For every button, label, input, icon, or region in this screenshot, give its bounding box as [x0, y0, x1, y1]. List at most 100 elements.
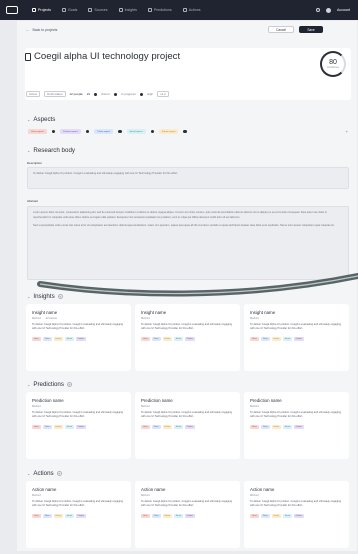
prediction-method: Method — [32, 405, 41, 408]
nav-item-insights[interactable]: Insights — [118, 8, 137, 12]
tag-chip[interactable]: Tribes — [260, 336, 270, 341]
aspect-chip-social[interactable]: Social aspect — [126, 129, 146, 134]
tag-chip[interactable]: Tribes — [260, 424, 270, 429]
tag-chip[interactable]: Social — [64, 424, 74, 429]
action-card[interactable]: Action name Method To deliver Coegil Alpha… — [244, 481, 349, 548]
chart-icon — [147, 8, 152, 12]
tag-chip[interactable]: Tribes — [151, 336, 161, 341]
tag-chip[interactable]: Tribes — [42, 336, 52, 341]
add-action-icon[interactable]: + — [56, 471, 62, 476]
tag-chip[interactable]: Social — [282, 424, 292, 429]
aspect-chip-future[interactable]: Future aspect — [159, 129, 179, 134]
tag-chip[interactable]: Future — [162, 336, 172, 341]
prediction-card[interactable]: Prediction name Method To deliver Coegil A… — [244, 392, 349, 459]
avatar[interactable] — [326, 7, 331, 13]
tag-chip[interactable]: Users — [250, 513, 259, 518]
add-insight-icon[interactable]: + — [57, 294, 63, 299]
tag-chip[interactable]: Future — [53, 336, 63, 341]
title-row: Coegil alpha UI technology project — [25, 51, 180, 62]
tag-chip[interactable]: Tribes — [42, 513, 52, 518]
nav-item-label: Insights — [124, 8, 137, 12]
tag-chip[interactable]: Social — [173, 336, 183, 341]
tag-chip[interactable]: Users — [250, 424, 259, 429]
add-prediction-icon[interactable]: + — [66, 382, 72, 387]
action-card[interactable]: Action name Method To deliver Coegil Alpha… — [135, 481, 240, 548]
insight-card[interactable]: Insight name Method 42 Assets To deliver Co… — [26, 304, 131, 371]
insight-meta: Method 42 Assets — [32, 317, 125, 320]
tag-chip[interactable]: Product — [184, 513, 195, 518]
prediction-card[interactable]: Prediction name Method To deliver Coegil A… — [135, 392, 240, 459]
back-link[interactable]: ← Back to projects — [26, 28, 57, 32]
aspect-chip-users[interactable]: Users aspect — [28, 129, 47, 134]
tag-chip[interactable]: Tribes — [151, 513, 161, 518]
action-card[interactable]: Action name Method To deliver Coegil Alpha… — [26, 481, 131, 548]
tag-chip[interactable]: Product — [75, 336, 86, 341]
page-title[interactable]: Coegil alpha UI technology project — [34, 51, 180, 62]
action-method: Method — [141, 494, 150, 497]
tag-chip[interactable]: Social — [173, 424, 183, 429]
tag-chip[interactable]: Users — [32, 513, 41, 518]
tag-chip[interactable]: Social — [282, 336, 292, 341]
tag-chip[interactable]: Product — [293, 336, 304, 341]
description-field[interactable]: To deliver Coegil Alpha UI product. Coeg… — [27, 167, 349, 189]
insight-method: Method — [141, 317, 150, 320]
nav-item-actions[interactable]: Actions — [182, 8, 201, 12]
logo-icon[interactable] — [6, 6, 18, 14]
tag-chip[interactable]: Future — [271, 424, 281, 429]
tag-chip[interactable]: Social — [173, 513, 183, 518]
nav-item-projects[interactable]: Projects — [32, 8, 51, 12]
tag-chip[interactable]: Future — [53, 513, 63, 518]
tag-chip[interactable]: Future — [271, 513, 281, 518]
cancel-button[interactable]: Cancel — [268, 26, 294, 33]
tag-chip[interactable]: Social — [64, 513, 74, 518]
section-insights[interactable]: ⌄ Insights + — [27, 293, 63, 300]
nav-item-predictions[interactable]: Predictions — [147, 8, 172, 12]
tag-chip[interactable]: Product — [293, 513, 304, 518]
tag-chip[interactable]: Product — [75, 513, 86, 518]
nav-item-label: Actions — [188, 8, 201, 12]
priority-label[interactable]: High — [147, 92, 153, 96]
tag-chip[interactable]: Users — [141, 513, 150, 518]
insight-card[interactable]: Insight name Method To deliver Coegil Alph… — [135, 304, 240, 371]
aspect-chip-tribes[interactable]: Tribes aspect — [94, 129, 114, 134]
tag-chip[interactable]: Tribes — [42, 424, 52, 429]
tag-chip[interactable]: Social — [64, 336, 74, 341]
aspect-chip-product[interactable]: Product aspect — [60, 129, 81, 134]
prediction-card[interactable]: Prediction name Method To deliver Coegil A… — [26, 392, 131, 459]
project-meta: Active Draft status 12 people 24 Owner I… — [26, 91, 169, 97]
tag-chip[interactable]: Users — [32, 424, 41, 429]
search-icon[interactable] — [316, 8, 320, 12]
version-badge[interactable]: v1.2 — [157, 91, 169, 97]
tag-chip[interactable]: Future — [271, 336, 281, 341]
draft-badge[interactable]: Draft status — [44, 91, 66, 97]
account-menu[interactable]: Account — [337, 8, 350, 12]
add-aspect-icon[interactable]: + — [346, 129, 348, 134]
tag-chip[interactable]: Product — [184, 336, 195, 341]
tag-chip[interactable]: Users — [32, 336, 41, 341]
abstract-field[interactable]: Lorem ipsum dolor sit amet, consectetur … — [27, 206, 349, 280]
section-actions[interactable]: ⌄ Actions + — [27, 470, 62, 477]
tag-chip[interactable]: Product — [293, 424, 304, 429]
tag-chip[interactable]: Users — [141, 424, 150, 429]
tag-chip[interactable]: Social — [282, 513, 292, 518]
tag-chip[interactable]: Product — [184, 424, 195, 429]
tag-chip[interactable]: Users — [141, 336, 150, 341]
section-research[interactable]: ⌄ Research body — [27, 147, 75, 154]
stage-label[interactable]: In progress — [121, 92, 136, 96]
save-button[interactable]: Save — [299, 26, 323, 33]
tag-chip[interactable]: Tribes — [151, 424, 161, 429]
section-aspects[interactable]: ⌄ Aspects — [27, 116, 55, 123]
status-badge[interactable]: Active — [26, 91, 41, 97]
tag-chip[interactable]: Future — [162, 513, 172, 518]
insight-card[interactable]: Insight name Method To deliver Coegil Alph… — [244, 304, 349, 371]
tag-chip[interactable]: Tribes — [260, 513, 270, 518]
tag-chip[interactable]: Users — [250, 336, 259, 341]
owner-label[interactable]: Owner — [101, 92, 110, 96]
nav-item-sources[interactable]: Sources — [88, 8, 108, 12]
prediction-meta: Method — [250, 405, 343, 408]
tag-chip[interactable]: Future — [53, 424, 63, 429]
nav-item-goals[interactable]: Goals — [61, 8, 77, 12]
tag-chip[interactable]: Product — [75, 424, 86, 429]
tag-chip[interactable]: Future — [162, 424, 172, 429]
section-predictions[interactable]: ⌄ Predictions + — [27, 381, 72, 388]
